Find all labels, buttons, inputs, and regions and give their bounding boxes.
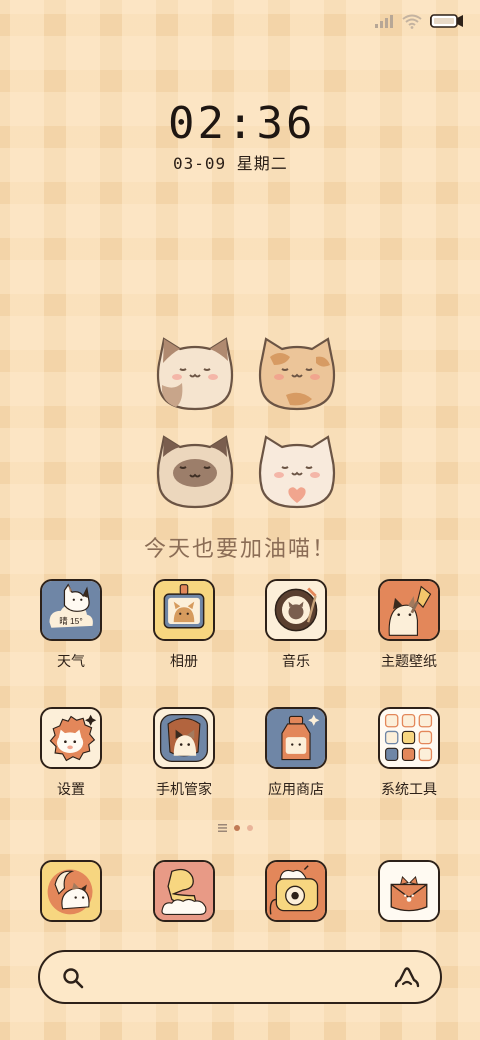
battery-icon (430, 14, 463, 28)
weather-icon: 晴 15° (40, 579, 102, 641)
clock-time: 02:36 (168, 98, 316, 149)
calico-cat-face (156, 337, 234, 411)
search-bar[interactable] (38, 950, 442, 1004)
siamese-cat-face (156, 435, 234, 509)
cat-faces-widget[interactable] (150, 335, 340, 515)
app-label: 设置 (57, 781, 85, 797)
app-settings[interactable]: 设置 (26, 707, 116, 799)
messages-icon (153, 860, 215, 922)
dock-messages[interactable] (139, 860, 229, 922)
phone-icon (40, 860, 102, 922)
wifi-icon (402, 14, 422, 29)
dock-browser[interactable] (364, 860, 454, 922)
album-icon (153, 579, 215, 641)
app-label: 音乐 (282, 653, 310, 669)
motto-text: 今天也要加油喵！ (143, 537, 336, 562)
store-icon (265, 707, 327, 769)
search-icon[interactable] (62, 967, 84, 989)
menu-lines-icon (218, 824, 227, 832)
app-weather[interactable]: 晴 15° 天气 (26, 579, 116, 671)
orange-cat-face (258, 337, 336, 411)
page-indicator[interactable] (218, 824, 253, 832)
security-icon (153, 707, 215, 769)
app-label: 手机管家 (156, 781, 212, 797)
clock-date: 03-09 星期二 (173, 154, 288, 173)
app-label: 系统工具 (381, 781, 437, 797)
assistant-icon[interactable] (394, 966, 420, 990)
app-theme[interactable]: 主题壁纸 (364, 579, 454, 671)
settings-icon (40, 707, 102, 769)
camera-icon (265, 860, 327, 922)
weather-badge: 晴 15° (59, 616, 82, 626)
signal-icon (375, 15, 393, 28)
page-dot-active (234, 825, 240, 831)
app-label: 天气 (57, 653, 85, 669)
app-label: 相册 (170, 653, 198, 669)
app-label: 主题壁纸 (381, 653, 437, 669)
app-store[interactable]: 应用商店 (251, 707, 341, 799)
theme-icon (378, 579, 440, 641)
tools-icon (378, 707, 440, 769)
white-cat-face (258, 435, 336, 509)
dock-camera[interactable] (251, 860, 341, 922)
app-security[interactable]: 手机管家 (139, 707, 229, 799)
dock-phone[interactable] (26, 860, 116, 922)
status-bar (374, 10, 464, 32)
browser-icon (378, 860, 440, 922)
app-label: 应用商店 (268, 781, 324, 797)
app-music[interactable]: 音乐 (251, 579, 341, 671)
app-album[interactable]: 相册 (139, 579, 229, 671)
page-dot (247, 825, 253, 831)
app-tools-folder[interactable]: 系统工具 (364, 707, 454, 799)
music-icon (265, 579, 327, 641)
